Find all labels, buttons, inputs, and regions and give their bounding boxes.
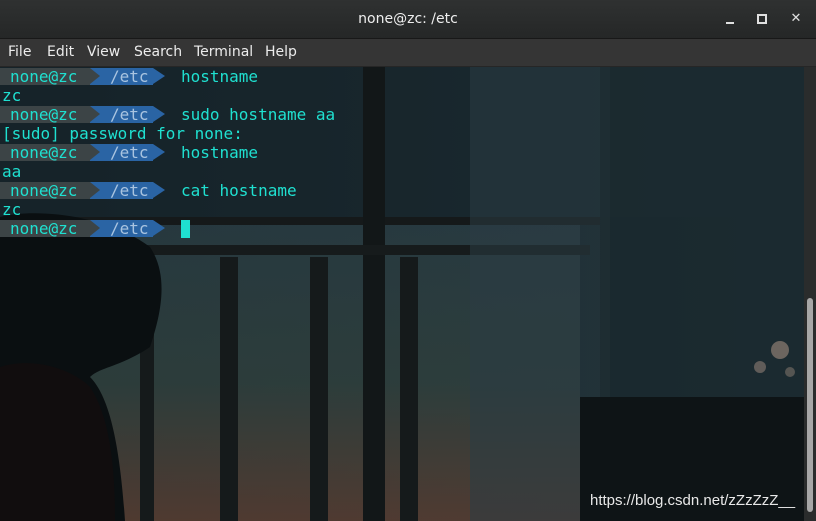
output-line: zc	[2, 200, 22, 219]
menu-terminal[interactable]: Terminal	[194, 39, 253, 66]
menu-help[interactable]: Help	[265, 39, 297, 66]
prompt-line: /etc none@zc hostname	[0, 143, 804, 162]
scrollbar-thumb[interactable]	[807, 298, 813, 512]
prompt-arrow	[90, 68, 100, 84]
minimize-icon[interactable]	[720, 9, 740, 29]
prompt-line: /etc none@zc sudo hostname aa	[0, 105, 804, 124]
prompt-line: /etc none@zc hostname	[0, 67, 804, 86]
output-line: [sudo] password for none:	[2, 124, 243, 143]
title-bar: none@zc: /etc ✕	[0, 0, 816, 39]
command-text: cat hostname	[181, 181, 297, 200]
prompt-line: /etc none@zc cat hostname	[0, 181, 804, 200]
menu-file[interactable]: File	[8, 39, 31, 66]
menu-search[interactable]: Search	[134, 39, 182, 66]
menu-view[interactable]: View	[87, 39, 120, 66]
maximize-icon[interactable]	[752, 9, 772, 29]
prompt-arrow	[153, 144, 165, 160]
prompt-arrow	[153, 106, 165, 122]
terminal-output: /etc none@zc hostname zc /etc none@zc su…	[0, 67, 804, 238]
close-icon[interactable]: ✕	[786, 9, 806, 29]
output-line: zc	[2, 86, 22, 105]
prompt-arrow	[153, 68, 165, 84]
prompt-arrow	[153, 220, 165, 236]
window-title: none@zc: /etc	[358, 11, 458, 27]
prompt-arrow	[90, 144, 100, 160]
command-text: hostname	[181, 67, 259, 86]
prompt-user: none@zc	[0, 68, 90, 85]
terminal-area[interactable]: /etc none@zc hostname zc /etc none@zc su…	[0, 67, 804, 521]
prompt-user: none@zc	[0, 182, 90, 199]
prompt-user: none@zc	[0, 106, 90, 123]
command-text: hostname	[181, 143, 259, 162]
watermark-text: https://blog.csdn.net/zZzZzZ__	[590, 492, 796, 509]
prompt-user: none@zc	[0, 144, 90, 161]
text-cursor	[181, 220, 190, 238]
prompt-user: none@zc	[0, 220, 90, 237]
prompt-arrow	[153, 182, 165, 198]
menu-edit[interactable]: Edit	[47, 39, 74, 66]
prompt-line: /etc none@zc	[0, 219, 804, 238]
menu-bar: File Edit View Search Terminal Help	[0, 39, 816, 67]
prompt-arrow	[90, 220, 100, 236]
command-text: sudo hostname aa	[181, 105, 336, 124]
scrollbar[interactable]	[804, 67, 816, 521]
prompt-arrow	[90, 106, 100, 122]
prompt-arrow	[90, 182, 100, 198]
output-line: aa	[2, 162, 22, 181]
